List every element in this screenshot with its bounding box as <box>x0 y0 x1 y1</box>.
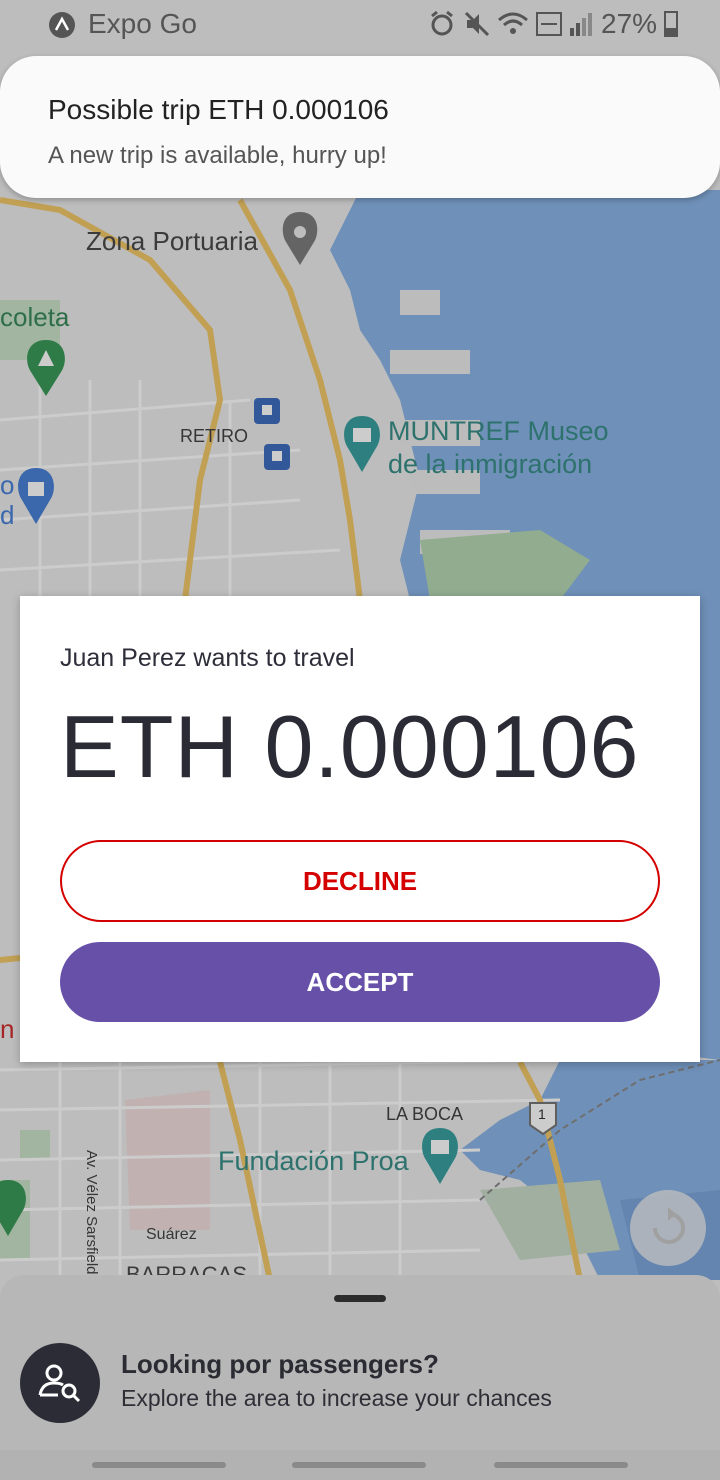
trip-notification[interactable]: Possible trip ETH 0.000106 A new trip is… <box>0 56 720 198</box>
expo-logo-icon <box>49 12 75 38</box>
status-bar: Expo Go 27% <box>0 0 720 50</box>
mute-icon <box>464 11 490 37</box>
notification-title: Possible trip ETH 0.000106 <box>48 94 389 125</box>
system-nav-bar <box>0 1450 720 1480</box>
nav-home[interactable] <box>292 1462 426 1468</box>
decline-button[interactable]: DECLINE <box>60 840 660 922</box>
sheet-subtext: Explore the area to increase your chance… <box>121 1385 552 1411</box>
requester-text: Juan Perez wants to travel <box>60 644 355 672</box>
nav-recents[interactable] <box>92 1462 226 1468</box>
alarm-icon <box>431 10 453 36</box>
battery-percent: 27% <box>601 8 658 39</box>
nav-back[interactable] <box>494 1462 628 1468</box>
app-name: Expo Go <box>88 8 197 39</box>
sheet-handle[interactable] <box>334 1295 386 1302</box>
sheet-headline: Looking por passengers? <box>121 1349 439 1379</box>
trip-amount: ETH 0.000106 <box>60 697 640 796</box>
battery-icon <box>664 11 678 37</box>
accept-button[interactable]: ACCEPT <box>60 942 660 1022</box>
volte-icon <box>536 12 562 36</box>
signal-icon <box>570 13 592 36</box>
passenger-search-avatar <box>20 1343 100 1423</box>
user-search-icon <box>38 1364 81 1403</box>
wifi-icon <box>498 12 528 34</box>
trip-request-modal: Juan Perez wants to travel ETH 0.000106 … <box>20 596 700 1062</box>
notification-body: A new trip is available, hurry up! <box>48 142 387 169</box>
